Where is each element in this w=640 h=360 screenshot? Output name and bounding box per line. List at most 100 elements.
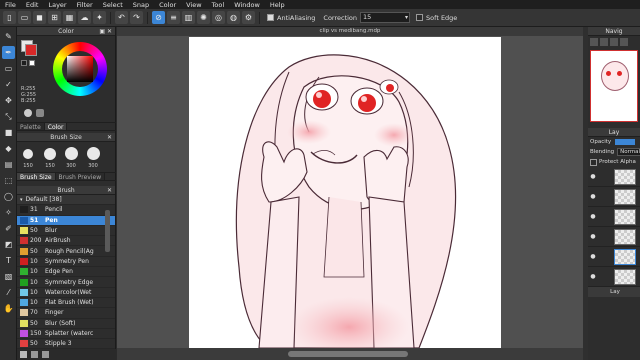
palette-icon[interactable]: [24, 109, 32, 117]
bucket-tool-icon[interactable]: ◆: [2, 142, 15, 155]
saturation-value-square[interactable]: [67, 56, 93, 82]
opacity-slider[interactable]: [615, 139, 636, 145]
tab-color[interactable]: Color: [44, 123, 68, 131]
menu-select[interactable]: Select: [98, 1, 128, 9]
menu-color[interactable]: Color: [154, 1, 181, 9]
transform-tool-icon[interactable]: ⤡: [2, 110, 15, 123]
select-pen-icon[interactable]: ✐: [2, 222, 15, 235]
soft-edge-checkbox[interactable]: [416, 14, 424, 21]
menu-help[interactable]: Help: [265, 1, 290, 9]
zoom-out-icon[interactable]: [600, 38, 608, 46]
zoom-in-icon[interactable]: [590, 38, 598, 46]
brush-tool-icon[interactable]: ✎: [2, 30, 15, 43]
fill-tool-icon[interactable]: ■: [2, 126, 15, 139]
close-icon[interactable]: ▣ ✕: [99, 27, 112, 36]
brush-list-item[interactable]: 10 Flat Brush (Wet): [17, 298, 115, 309]
layer-row[interactable]: ●: [588, 267, 640, 287]
move-tool-icon[interactable]: ✥: [2, 94, 15, 107]
radial-snap-icon[interactable]: ✺: [197, 11, 210, 24]
brush-list-item[interactable]: 31 Pencil: [17, 205, 115, 216]
brush-group-row[interactable]: ▾ Default [38]: [17, 195, 115, 206]
fit-icon[interactable]: [610, 38, 618, 46]
menu-view[interactable]: View: [181, 1, 206, 9]
drawing-canvas[interactable]: [189, 37, 501, 348]
navigator-preview[interactable]: [590, 50, 638, 122]
brush-list-item[interactable]: 150 Splatter (waterc: [17, 329, 115, 340]
layer-row[interactable]: ●: [588, 247, 640, 267]
eyedropper-icon[interactable]: ⁄: [2, 286, 15, 299]
menu-edit[interactable]: Edit: [21, 1, 44, 9]
grid-icon[interactable]: ⊞: [48, 11, 61, 24]
tab-brush-preview[interactable]: Brush Preview: [55, 173, 106, 181]
gradient-tool-icon[interactable]: ▤: [2, 158, 15, 171]
brush-list-item[interactable]: 50 Blur (Soft): [17, 319, 115, 329]
save-icon[interactable]: ◼: [33, 11, 46, 24]
open-file-icon[interactable]: ▭: [18, 11, 31, 24]
eye-icon[interactable]: ●: [588, 193, 598, 200]
layer-row[interactable]: ●: [588, 227, 640, 247]
snap-settings-icon[interactable]: ⚙: [242, 11, 255, 24]
hand-tool-icon[interactable]: ✋: [2, 302, 15, 315]
black-swatch[interactable]: [21, 60, 27, 66]
color-history-icon[interactable]: [36, 109, 44, 117]
eraser-tool-icon[interactable]: ▭: [2, 62, 15, 75]
brush-list-item[interactable]: 51Pen⚙: [17, 215, 115, 226]
brush-list-item[interactable]: 50 Stipple 3: [17, 339, 115, 350]
lasso-tool-icon[interactable]: ◯: [2, 190, 15, 203]
brush-list-item[interactable]: 70 Finger: [17, 308, 115, 319]
size-preset-dot[interactable]: [65, 147, 78, 160]
size-preset-dot[interactable]: [87, 147, 100, 160]
layer-row[interactable]: ●: [588, 207, 640, 227]
tab-palette[interactable]: Palette: [17, 123, 45, 131]
protect-alpha-checkbox[interactable]: [590, 158, 597, 166]
brush-list-scrollbar[interactable]: [105, 210, 110, 252]
foreground-color-swatch[interactable]: [25, 44, 37, 56]
new-file-icon[interactable]: ▯: [3, 11, 16, 24]
menu-file[interactable]: File: [0, 1, 21, 9]
menu-filter[interactable]: Filter: [72, 1, 98, 9]
select-tool-icon[interactable]: ⬚: [2, 174, 15, 187]
parallel-snap-icon[interactable]: ≡: [167, 11, 180, 24]
horizontal-scroll-thumb[interactable]: [288, 351, 408, 357]
cloud-icon[interactable]: ☁: [78, 11, 91, 24]
brush-list-item[interactable]: 10 Symmetry Edge: [17, 277, 115, 288]
delete-brush-icon[interactable]: [31, 351, 38, 358]
size-preset-dot[interactable]: [44, 148, 56, 160]
brush-list-item[interactable]: 50 Blur: [17, 226, 115, 237]
layer-row[interactable]: ●: [588, 187, 640, 207]
divide-tool-icon[interactable]: ▧: [2, 270, 15, 283]
menu-window[interactable]: Window: [229, 1, 265, 9]
text-tool-icon[interactable]: T: [2, 254, 15, 267]
brush-settings-icon[interactable]: [42, 351, 49, 358]
dot-tool-icon[interactable]: ✓: [2, 78, 15, 91]
tab-brush-size[interactable]: Brush Size: [17, 173, 56, 181]
correction-select[interactable]: 15 ▾: [360, 12, 411, 23]
document-tab[interactable]: clip vs medibang.mdp: [117, 27, 583, 36]
redo-icon[interactable]: ↷: [130, 11, 143, 24]
select-eraser-icon[interactable]: ◩: [2, 238, 15, 251]
curve-snap-icon[interactable]: ◍: [227, 11, 240, 24]
white-swatch[interactable]: [29, 60, 35, 66]
antialiasing-checkbox[interactable]: [267, 14, 274, 21]
snap-off-icon[interactable]: ⊘: [152, 11, 165, 24]
undo-icon[interactable]: ↶: [115, 11, 128, 24]
eye-icon[interactable]: ●: [588, 273, 598, 280]
close-icon[interactable]: ✕: [107, 186, 112, 195]
eye-icon[interactable]: ●: [588, 233, 598, 240]
close-icon[interactable]: ✕: [107, 133, 112, 142]
eye-icon[interactable]: ●: [588, 213, 598, 220]
eye-icon[interactable]: ●: [588, 253, 598, 260]
circle-snap-icon[interactable]: ◎: [212, 11, 225, 24]
menu-snap[interactable]: Snap: [128, 1, 154, 9]
blending-select[interactable]: Normal: [617, 148, 640, 156]
add-brush-icon[interactable]: [20, 351, 27, 358]
magic-wand-icon[interactable]: ✧: [2, 206, 15, 219]
pen-tool-icon[interactable]: ✒: [2, 46, 15, 59]
brush-list-item[interactable]: 10 Watercolor(Wet: [17, 288, 115, 298]
brush-list-item[interactable]: 50 Rough Pencil(Ag: [17, 246, 115, 257]
eye-icon[interactable]: ●: [588, 173, 598, 180]
brush-list-item[interactable]: 10 Edge Pen: [17, 267, 115, 278]
brush-list-item[interactable]: 200 AirBrush: [17, 236, 115, 247]
size-preset-dot[interactable]: [23, 149, 33, 159]
cross-snap-icon[interactable]: ▥: [182, 11, 195, 24]
